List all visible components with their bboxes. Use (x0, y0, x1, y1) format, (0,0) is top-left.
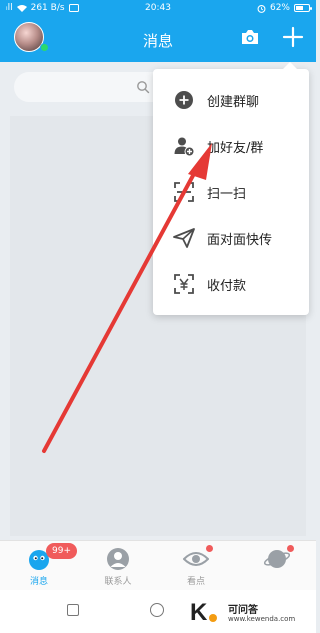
watermark-logo: K (190, 599, 208, 626)
tab-contacts[interactable]: 联系人 (88, 547, 148, 589)
add-friend-icon (174, 137, 195, 157)
planet-icon (264, 550, 290, 568)
watermark-title: 可问答 (228, 605, 258, 616)
notification-dot (287, 545, 294, 552)
camera-icon[interactable] (240, 28, 260, 46)
tab-label: 看点 (186, 577, 205, 587)
menu-item-face-to-face[interactable]: 面对面快传 (153, 215, 309, 261)
home-button[interactable] (150, 603, 164, 617)
menu-item-add-friend[interactable]: 加好友/群 (153, 123, 309, 169)
menu-item-label: 加好友/群 (207, 141, 264, 156)
menu-item-label: 面对面快传 (207, 233, 273, 248)
menu-item-scan[interactable]: 扫一扫 (153, 169, 309, 215)
plus-icon[interactable] (281, 25, 305, 49)
search-icon (137, 81, 150, 94)
notification-dot (206, 545, 213, 552)
watermark: K 可问答 www.kewenda.com (186, 598, 312, 628)
menu-item-label: 创建群聊 (207, 95, 260, 110)
eye-icon (183, 552, 209, 566)
menu-item-label: 收付款 (207, 279, 247, 294)
battery-level (296, 6, 303, 10)
contacts-icon (107, 548, 129, 570)
payment-icon (174, 274, 194, 294)
alarm-icon (257, 4, 266, 13)
paper-plane-icon (173, 228, 195, 248)
page-title: 消息 (142, 32, 173, 50)
top-bar: ᵢll 261 B/s 20:43 62% 消息 (0, 0, 316, 62)
scan-icon (174, 182, 194, 202)
tab-discover[interactable]: 看点 (166, 547, 226, 589)
add-circle-icon (175, 91, 193, 109)
menu-item-create-group[interactable]: 创建群聊 (153, 77, 309, 123)
battery-icon (294, 4, 312, 12)
recents-button[interactable] (67, 604, 79, 616)
tab-label: 联系人 (104, 577, 132, 587)
watermark-dot-icon (209, 614, 217, 622)
menu-item-payment[interactable]: 收付款 (153, 261, 309, 307)
plus-dropdown-menu: 创建群聊 加好友/群 扫一扫 面对面快传 收付款 (153, 62, 309, 315)
menu-item-label: 扫一扫 (207, 187, 247, 202)
status-bar: ᵢll 261 B/s 20:43 62% (0, 0, 316, 16)
unread-badge: 99+ (46, 543, 77, 559)
tab-label: 消息 (29, 577, 48, 587)
battery-percent: 62% (269, 3, 290, 13)
tab-explore[interactable] (247, 547, 307, 589)
watermark-url: www.kewenda.com (228, 615, 296, 623)
